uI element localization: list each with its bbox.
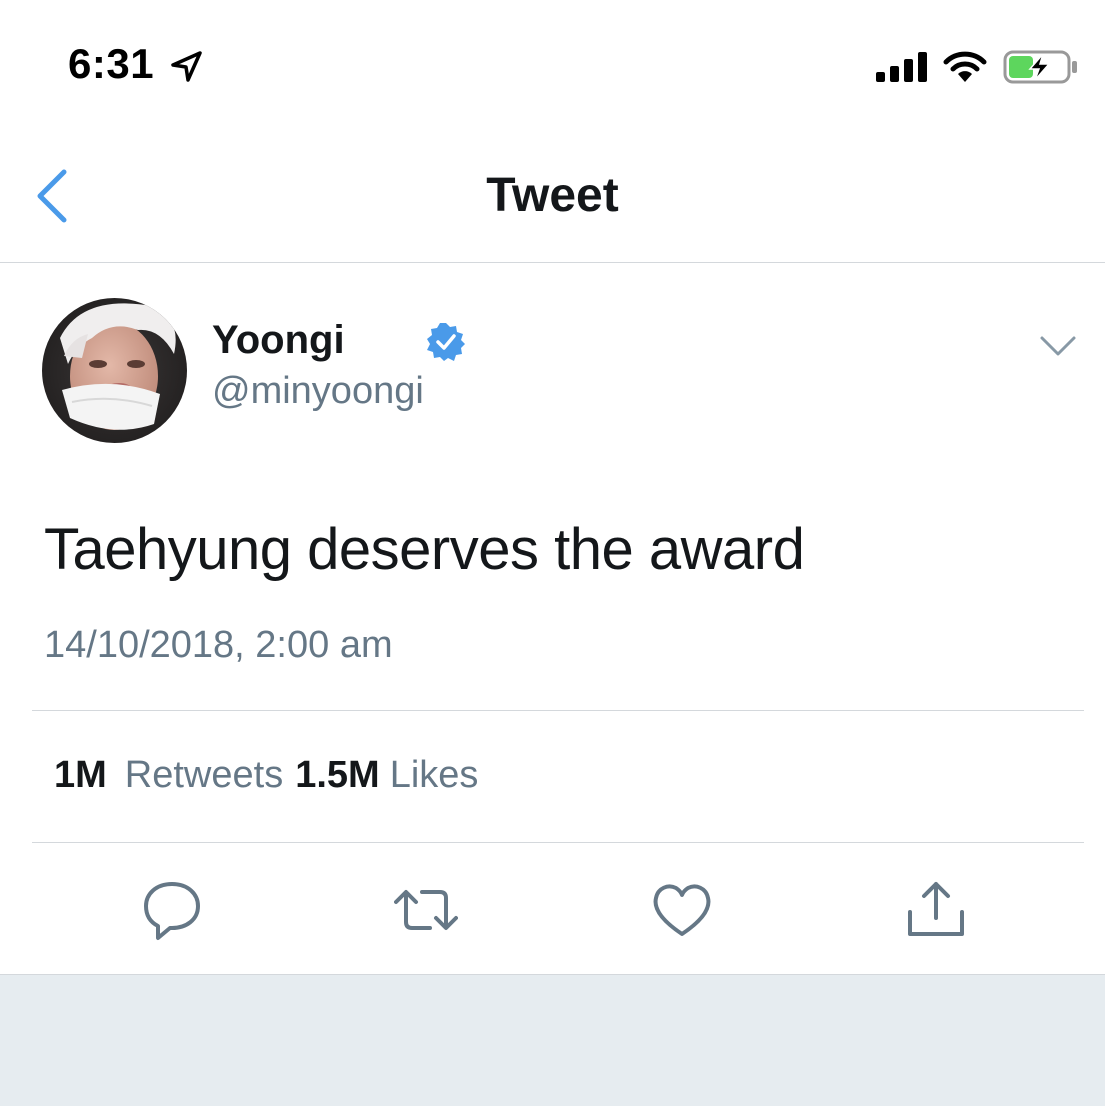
avatar[interactable] [42,298,187,443]
page-title: Tweet [486,169,619,222]
divider [32,710,1084,711]
signal-icon [876,52,927,82]
tweet-text: Taehyung deserves the award [44,517,805,582]
footer-area [0,974,1105,1106]
nav-header: Tweet [0,130,1105,263]
user-handle[interactable]: @minyoongi [212,370,424,413]
wifi-icon [943,51,987,82]
like-heart-icon[interactable] [650,878,714,942]
location-arrow-icon [171,51,202,82]
share-icon[interactable] [904,878,968,942]
verified-badge-icon [427,323,465,361]
retweets-stat[interactable]: 1M Retweets [54,754,295,796]
status-time: 6:31 [68,40,155,87]
reply-icon[interactable] [140,878,204,942]
chevron-down-icon[interactable] [1038,334,1078,358]
display-name[interactable]: Yoongi [212,318,345,363]
tweet-stats: 1M Retweets 1.5M Likes [54,754,490,797]
likes-stat[interactable]: 1.5M Likes [295,754,490,796]
retweets-count: 1M [54,754,107,796]
likes-label: Likes [389,754,479,796]
retweets-label: Retweets [124,754,284,796]
retweet-icon[interactable] [394,878,458,942]
likes-count: 1.5M [295,754,380,796]
tweet-timestamp: 14/10/2018, 2:00 am [44,624,393,666]
battery-charging-icon [1003,50,1077,84]
divider [32,842,1084,843]
